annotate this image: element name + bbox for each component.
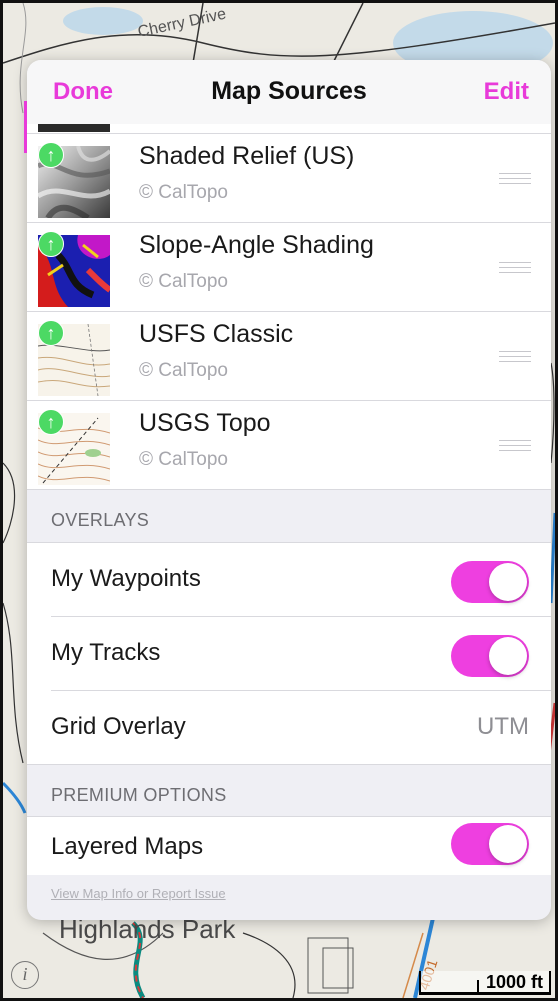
source-name: USGS Topo: [139, 409, 271, 437]
source-name: Slope-Angle Shading: [139, 231, 374, 259]
navigation-bar: Done Map Sources Edit: [27, 60, 551, 124]
info-button[interactable]: i: [11, 961, 39, 989]
map-sources-sheet: Done Map Sources Edit ↑ Shaded Relief (U…: [27, 60, 551, 920]
up-arrow-icon: ↑: [38, 142, 64, 168]
my-tracks-label: My Tracks: [51, 639, 161, 666]
page-title: Map Sources: [211, 77, 367, 105]
my-waypoints-row: My Waypoints: [27, 543, 551, 617]
grid-overlay-value: UTM: [477, 713, 529, 740]
layered-maps-label: Layered Maps: [51, 833, 204, 860]
reorder-handle-icon[interactable]: [499, 173, 531, 184]
reorder-handle-icon[interactable]: [499, 351, 531, 362]
up-arrow-icon: ↑: [38, 409, 64, 435]
source-credit: © CalTopo: [139, 360, 228, 381]
source-name: USFS Classic: [139, 320, 294, 348]
scale-bar: 1000 ft: [419, 971, 551, 995]
source-credit: © CalTopo: [139, 271, 228, 292]
up-arrow-icon: ↑: [38, 231, 64, 257]
overlays-section-header: OVERLAYS: [51, 510, 150, 530]
map-source-list: ↑ Shaded Relief (US) © CalTopo ↑ Slope-A…: [27, 134, 551, 490]
source-name: Shaded Relief (US): [139, 142, 355, 170]
source-credit: © CalTopo: [139, 449, 228, 470]
source-credit: © CalTopo: [139, 182, 228, 203]
my-waypoints-toggle[interactable]: [451, 561, 529, 603]
layered-maps-toggle[interactable]: [451, 823, 529, 865]
my-tracks-toggle[interactable]: [451, 635, 529, 677]
map-thumbnail: [38, 124, 110, 132]
layered-maps-row: Layered Maps: [27, 817, 551, 875]
map-info-link[interactable]: View Map Info or Report Issue: [51, 886, 226, 901]
map-source-row[interactable]: ↑ Slope-Angle Shading © CalTopo: [27, 223, 551, 312]
scroll-indicator[interactable]: [24, 101, 27, 153]
up-arrow-icon: ↑: [38, 320, 64, 346]
grid-overlay-label: Grid Overlay: [51, 713, 186, 740]
list-item-partial[interactable]: [27, 124, 551, 134]
map-source-row[interactable]: ↑ USGS Topo © CalTopo: [27, 401, 551, 490]
reorder-handle-icon[interactable]: [499, 262, 531, 273]
reorder-handle-icon[interactable]: [499, 440, 531, 451]
map-source-row[interactable]: ↑ USFS Classic © CalTopo: [27, 312, 551, 401]
edit-button[interactable]: Edit: [484, 78, 529, 106]
grid-overlay-row[interactable]: Grid Overlay UTM: [27, 691, 551, 765]
premium-section-header: PREMIUM OPTIONS: [51, 785, 227, 805]
map-source-row[interactable]: ↑ Shaded Relief (US) © CalTopo: [27, 134, 551, 223]
my-tracks-row: My Tracks: [27, 617, 551, 691]
my-waypoints-label: My Waypoints: [51, 565, 201, 592]
scale-label: 1000 ft: [485, 972, 543, 992]
